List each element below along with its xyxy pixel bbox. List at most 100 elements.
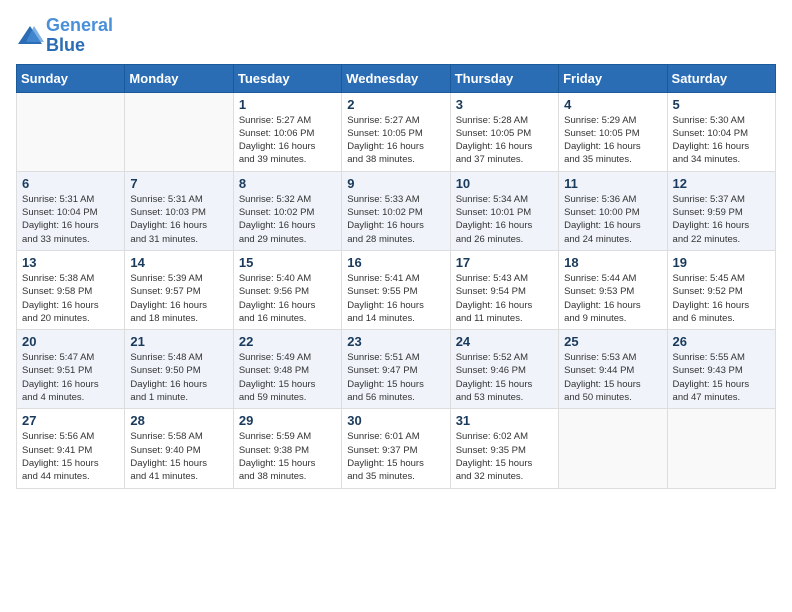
day-number: 14 [130,255,227,270]
day-cell [17,92,125,171]
weekday-header-tuesday: Tuesday [233,64,341,92]
week-row-1: 1 Sunrise: 5:27 AM Sunset: 10:06 PM Dayli… [17,92,776,171]
day-info: Sunrise: 6:01 AM Sunset: 9:37 PM Dayligh… [347,430,444,483]
day-info: Sunrise: 5:49 AM Sunset: 9:48 PM Dayligh… [239,351,336,404]
day-cell: 26 Sunrise: 5:55 AM Sunset: 9:43 PM Dayli… [667,330,775,409]
calendar-table: SundayMondayTuesdayWednesdayThursdayFrid… [16,64,776,489]
day-info: Sunrise: 5:33 AM Sunset: 10:02 PM Daylig… [347,193,444,246]
day-cell: 17 Sunrise: 5:43 AM Sunset: 9:54 PM Dayli… [450,250,558,329]
day-number: 29 [239,413,336,428]
day-number: 18 [564,255,661,270]
day-number: 19 [673,255,770,270]
day-info: Sunrise: 5:31 AM Sunset: 10:03 PM Daylig… [130,193,227,246]
day-cell: 19 Sunrise: 5:45 AM Sunset: 9:52 PM Dayli… [667,250,775,329]
day-cell: 15Sunrise: 5:40 AM Sunset: 9:56 PM Dayli… [233,250,341,329]
day-info: Sunrise: 5:43 AM Sunset: 9:54 PM Dayligh… [456,272,553,325]
day-cell: 18 Sunrise: 5:44 AM Sunset: 9:53 PM Dayli… [559,250,667,329]
day-cell: 6 Sunrise: 5:31 AM Sunset: 10:04 PM Dayli… [17,171,125,250]
day-info: Sunrise: 5:28 AM Sunset: 10:05 PM Daylig… [456,114,553,167]
day-number: 20 [22,334,119,349]
day-info: Sunrise: 5:39 AM Sunset: 9:57 PM Dayligh… [130,272,227,325]
day-info: Sunrise: 5:40 AM Sunset: 9:56 PM Dayligh… [239,272,336,325]
day-info: Sunrise: 5:52 AM Sunset: 9:46 PM Dayligh… [456,351,553,404]
day-info: Sunrise: 5:53 AM Sunset: 9:44 PM Dayligh… [564,351,661,404]
day-cell: 2Sunrise: 5:27 AM Sunset: 10:05 PM Dayli… [342,92,450,171]
weekday-header-saturday: Saturday [667,64,775,92]
day-number: 31 [456,413,553,428]
page-container: General Blue SundayMondayTuesdayWednesda… [0,0,792,497]
weekday-header-friday: Friday [559,64,667,92]
day-info: Sunrise: 5:31 AM Sunset: 10:04 PM Daylig… [22,193,119,246]
day-number: 24 [456,334,553,349]
weekday-header-wednesday: Wednesday [342,64,450,92]
day-number: 23 [347,334,444,349]
day-info: Sunrise: 5:44 AM Sunset: 9:53 PM Dayligh… [564,272,661,325]
day-cell: 4Sunrise: 5:29 AM Sunset: 10:05 PM Dayli… [559,92,667,171]
day-info: Sunrise: 5:30 AM Sunset: 10:04 PM Daylig… [673,114,770,167]
weekday-header-thursday: Thursday [450,64,558,92]
day-cell: 3 Sunrise: 5:28 AM Sunset: 10:05 PM Dayli… [450,92,558,171]
day-info: Sunrise: 5:58 AM Sunset: 9:40 PM Dayligh… [130,430,227,483]
day-cell: 30Sunrise: 6:01 AM Sunset: 9:37 PM Dayli… [342,409,450,488]
day-info: Sunrise: 6:02 AM Sunset: 9:35 PM Dayligh… [456,430,553,483]
day-info: Sunrise: 5:51 AM Sunset: 9:47 PM Dayligh… [347,351,444,404]
day-number: 7 [130,176,227,191]
week-row-3: 13 Sunrise: 5:38 AM Sunset: 9:58 PM Dayli… [17,250,776,329]
day-info: Sunrise: 5:29 AM Sunset: 10:05 PM Daylig… [564,114,661,167]
day-cell: 10 Sunrise: 5:34 AM Sunset: 10:01 PM Dayl… [450,171,558,250]
day-number: 28 [130,413,227,428]
day-cell: 24 Sunrise: 5:52 AM Sunset: 9:46 PM Dayli… [450,330,558,409]
week-row-4: 20Sunrise: 5:47 AM Sunset: 9:51 PM Dayli… [17,330,776,409]
weekday-header-sunday: Sunday [17,64,125,92]
day-number: 6 [22,176,119,191]
day-cell: 25 Sunrise: 5:53 AM Sunset: 9:44 PM Dayli… [559,330,667,409]
day-number: 17 [456,255,553,270]
day-cell [559,409,667,488]
day-number: 11 [564,176,661,191]
day-number: 21 [130,334,227,349]
day-cell: 9 Sunrise: 5:33 AM Sunset: 10:02 PM Dayli… [342,171,450,250]
day-number: 10 [456,176,553,191]
day-number: 9 [347,176,444,191]
day-cell: 23 Sunrise: 5:51 AM Sunset: 9:47 PM Dayli… [342,330,450,409]
day-info: Sunrise: 5:34 AM Sunset: 10:01 PM Daylig… [456,193,553,246]
weekday-header-row: SundayMondayTuesdayWednesdayThursdayFrid… [17,64,776,92]
logo-text: General Blue [46,16,113,56]
day-cell: 28 Sunrise: 5:58 AM Sunset: 9:40 PM Dayli… [125,409,233,488]
day-number: 3 [456,97,553,112]
day-cell: 20Sunrise: 5:47 AM Sunset: 9:51 PM Dayli… [17,330,125,409]
day-cell: 16Sunrise: 5:41 AM Sunset: 9:55 PM Dayli… [342,250,450,329]
day-cell: 13 Sunrise: 5:38 AM Sunset: 9:58 PM Dayli… [17,250,125,329]
week-row-2: 6 Sunrise: 5:31 AM Sunset: 10:04 PM Dayli… [17,171,776,250]
day-cell [667,409,775,488]
day-number: 25 [564,334,661,349]
day-info: Sunrise: 5:56 AM Sunset: 9:41 PM Dayligh… [22,430,119,483]
day-number: 13 [22,255,119,270]
day-info: Sunrise: 5:45 AM Sunset: 9:52 PM Dayligh… [673,272,770,325]
day-info: Sunrise: 5:59 AM Sunset: 9:38 PM Dayligh… [239,430,336,483]
day-cell: 5Sunrise: 5:30 AM Sunset: 10:04 PM Dayli… [667,92,775,171]
day-cell: 8 Sunrise: 5:32 AM Sunset: 10:02 PM Dayli… [233,171,341,250]
day-info: Sunrise: 5:32 AM Sunset: 10:02 PM Daylig… [239,193,336,246]
day-number: 26 [673,334,770,349]
day-cell: 31 Sunrise: 6:02 AM Sunset: 9:35 PM Dayli… [450,409,558,488]
day-number: 1 [239,97,336,112]
day-cell: 11Sunrise: 5:36 AM Sunset: 10:00 PM Dayl… [559,171,667,250]
logo-icon [16,24,44,48]
day-number: 2 [347,97,444,112]
day-info: Sunrise: 5:37 AM Sunset: 9:59 PM Dayligh… [673,193,770,246]
day-info: Sunrise: 5:27 AM Sunset: 10:06 PM Daylig… [239,114,336,167]
day-number: 27 [22,413,119,428]
day-cell: 1 Sunrise: 5:27 AM Sunset: 10:06 PM Dayli… [233,92,341,171]
logo: General Blue [16,16,113,56]
day-info: Sunrise: 5:55 AM Sunset: 9:43 PM Dayligh… [673,351,770,404]
week-row-5: 27 Sunrise: 5:56 AM Sunset: 9:41 PM Dayli… [17,409,776,488]
day-cell: 7 Sunrise: 5:31 AM Sunset: 10:03 PM Dayli… [125,171,233,250]
header: General Blue [16,16,776,56]
day-info: Sunrise: 5:48 AM Sunset: 9:50 PM Dayligh… [130,351,227,404]
day-number: 8 [239,176,336,191]
day-cell: 21 Sunrise: 5:48 AM Sunset: 9:50 PM Dayli… [125,330,233,409]
day-cell [125,92,233,171]
day-number: 16 [347,255,444,270]
day-info: Sunrise: 5:38 AM Sunset: 9:58 PM Dayligh… [22,272,119,325]
